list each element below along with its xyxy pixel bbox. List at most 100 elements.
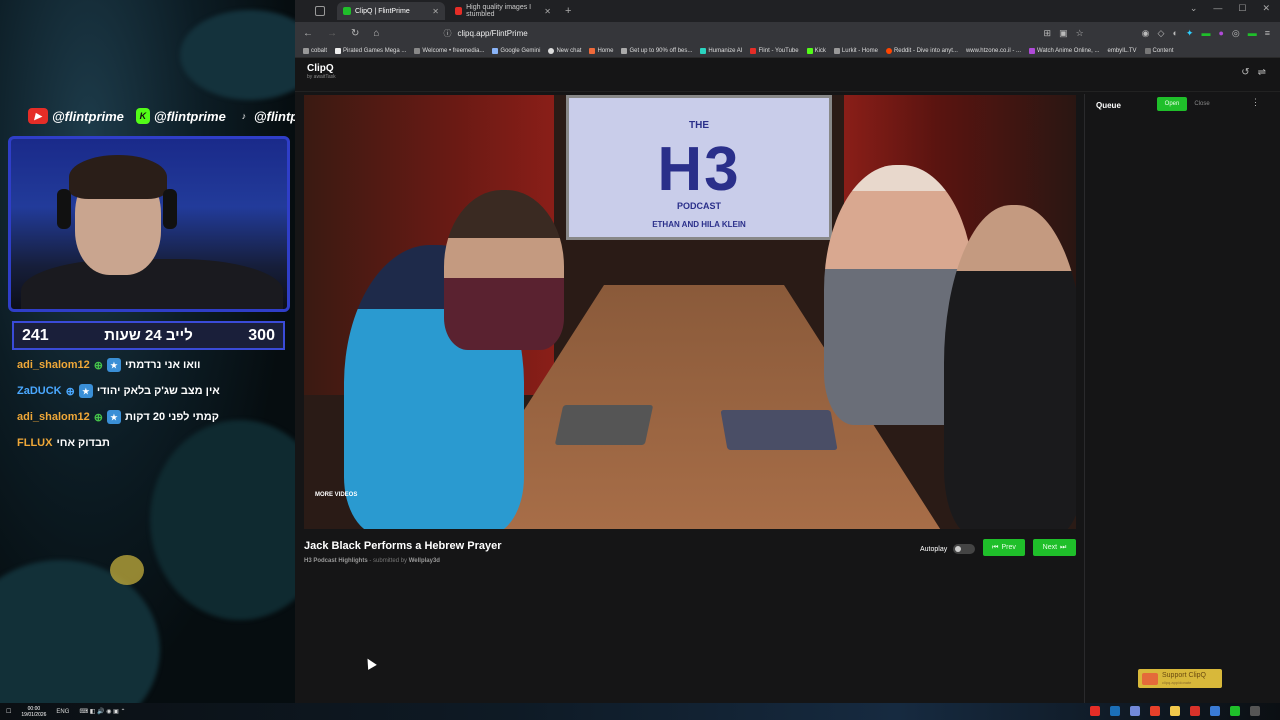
profile-icon[interactable]: ▬ [1248, 28, 1257, 39]
globe-badge-icon: ⊕ [93, 411, 103, 424]
browser-window: ClipQ | FlintPrime ✕ High quality images… [295, 0, 1280, 703]
url-field[interactable]: ⓘ clipq.app/FlintPrime [443, 28, 527, 39]
settings-sliders-icon[interactable]: ⇌ [1258, 67, 1266, 78]
tab-clipq[interactable]: ClipQ | FlintPrime ✕ [337, 2, 445, 20]
chat-username: adi_shalom12 [17, 411, 90, 423]
bookmark-item[interactable]: Get up to 90% off bes... [621, 47, 692, 54]
bookmark-item[interactable]: Google Gemini [492, 47, 540, 54]
language-indicator[interactable]: ENG [56, 709, 69, 715]
chat-message: adi_shalom12 ⊕ ★ קמתי לפני 20 דקות [17, 407, 220, 427]
bookmark-item[interactable]: Home [589, 47, 613, 54]
screen-text-podcast: PODCAST [676, 201, 721, 211]
chat-username: FLLUX [17, 437, 53, 449]
tab-strip: ClipQ | FlintPrime ✕ High quality images… [295, 0, 1280, 22]
tab-reddit[interactable]: High quality images I stumbled ✕ [449, 2, 557, 20]
more-videos-label[interactable]: MORE VIDEOS [315, 492, 357, 498]
h3-logo-screen: THE H3 PODCAST ETHAN AND HILA KLEIN [566, 95, 832, 240]
close-tab-icon[interactable]: ✕ [432, 7, 439, 16]
social-handles: ▶ @flintprime K @flintprime ♪ @flintprim… [28, 108, 295, 124]
queue-open-button[interactable]: Open [1157, 97, 1187, 111]
bookmark-star-icon[interactable]: ☆ [1076, 28, 1084, 39]
globe-badge-icon: ⊕ [93, 359, 103, 372]
steam-icon[interactable] [1110, 706, 1120, 716]
chat-text: אין מצב שג'ק בלאק יהודי [96, 385, 220, 397]
extension-icon[interactable]: ✦ [1186, 28, 1194, 39]
bookmark-item[interactable]: cobalt [303, 47, 327, 54]
reload-icon[interactable]: ↻ [351, 28, 359, 39]
video-player[interactable]: THE H3 PODCAST ETHAN AND HILA KLEIN MORE… [304, 95, 1076, 529]
folder-icon[interactable] [1170, 706, 1180, 716]
tab-list-icon[interactable]: ⌄ [1190, 3, 1198, 14]
tiktok-icon: ♪ [241, 111, 247, 121]
install-app-icon[interactable]: ⊞ [1044, 28, 1052, 39]
prev-button[interactable]: ⏮ Prev [983, 539, 1025, 556]
url-text: clipq.app/FlintPrime [457, 28, 528, 38]
menu-icon[interactable]: ≡ [1265, 28, 1270, 39]
screenshot-icon[interactable]: ▣ [1059, 28, 1068, 39]
discord-icon[interactable] [1130, 706, 1140, 716]
new-tab-icon[interactable]: + [565, 5, 571, 17]
bookmark-item[interactable]: Humanize AI [700, 47, 742, 54]
forward-icon[interactable]: → [327, 28, 337, 39]
extension-icon[interactable]: ● [1218, 28, 1223, 39]
queue-close-button[interactable]: Close [1192, 97, 1212, 111]
extension-icon[interactable]: ◐ [1172, 28, 1177, 39]
extension-icon[interactable]: ◉ [1142, 28, 1150, 39]
video-title: Jack Black Performs a Hebrew Prayer [304, 540, 502, 552]
bookmark-item[interactable]: Watch Anime Online, ... [1029, 47, 1099, 54]
opera-icon[interactable] [1190, 706, 1200, 716]
bookmark-item[interactable]: embyIL.TV [1107, 48, 1136, 54]
chat-text: קמתי לפני 20 דקות [124, 411, 219, 423]
close-tab-icon[interactable]: ✕ [544, 7, 551, 16]
subathon-bar: 241 לייב 24 שעות 300 [12, 321, 285, 350]
video-channel: H3 Podcast Highlights [304, 558, 368, 564]
extension-icon[interactable]: ◎ [1232, 28, 1240, 39]
app-header: ClipQ by awaitTask ↺ ⇌ [295, 58, 1280, 92]
clock-date: 19/01/2026 [21, 711, 47, 718]
bookmark-item[interactable]: Lurkit - Home [833, 47, 878, 54]
history-icon[interactable]: ↺ [1241, 67, 1249, 78]
minimize-icon[interactable]: — [1213, 3, 1222, 14]
fish-decoration [110, 555, 144, 585]
support-clipq-button[interactable]: Support ClipQ clipq.app/donate [1138, 669, 1222, 688]
next-button[interactable]: Next ⏭ [1033, 539, 1076, 556]
system-tray-icons[interactable]: ⌨ ◧ 🔊 ◉ ▣ ⌃ [79, 708, 125, 715]
extension-icon[interactable]: ▬ [1201, 28, 1210, 39]
taskbar-clock[interactable]: 00:00 19/01/2026 [21, 706, 46, 718]
social-tiktok: ♪ @flintprime [238, 108, 295, 124]
chat-message: ZaDUCK ⊕ ★ אין מצב שג'ק בלאק יהודי [17, 381, 220, 401]
counter-right: 300 [248, 326, 275, 344]
taskbar-apps [1090, 706, 1260, 716]
back-icon[interactable]: ← [303, 28, 313, 39]
bookmark-item[interactable]: New chat [548, 47, 581, 54]
bookmark-item[interactable]: www.htzone.co.il - ... [966, 48, 1021, 54]
more-options-icon[interactable]: ⋮ [1251, 97, 1260, 108]
bookmark-item[interactable]: Reddit - Dive into anyt... [885, 47, 958, 54]
autoplay-toggle[interactable] [953, 544, 976, 554]
site-info-icon[interactable]: ⓘ [443, 29, 451, 38]
app-icon[interactable] [1090, 706, 1100, 716]
app-icon[interactable] [1210, 706, 1220, 716]
headphones-icon [163, 189, 177, 229]
extension-icon[interactable]: ◇ [1158, 28, 1165, 39]
app-icon[interactable] [1250, 706, 1260, 716]
chat-message: adi_shalom12 ⊕ ★ וואו אני נרדמתי [17, 355, 220, 375]
close-window-icon[interactable]: ✕ [1262, 3, 1270, 14]
notification-icon[interactable]: ☐ [6, 708, 11, 715]
social-kick: K @flintprime [135, 108, 226, 124]
host-black-shirt [944, 205, 1076, 529]
bookmark-item[interactable]: Welcome • freemedia... [414, 47, 484, 54]
chat-overlay: adi_shalom12 ⊕ ★ וואו אני נרדמתי ZaDUCK … [17, 355, 220, 453]
tab-actions-icon[interactable] [315, 6, 325, 16]
address-bar: ← → ↻ ⌂ ⓘ clipq.app/FlintPrime ⊞ ▣ ☆ ◉ ◇ … [295, 22, 1280, 44]
bookmark-item[interactable]: Kick [806, 47, 826, 54]
bookmark-item[interactable]: Content [1144, 47, 1174, 54]
app-icon[interactable] [1150, 706, 1160, 716]
app-icon[interactable] [1230, 706, 1240, 716]
video-submitter: Wellplay3d [408, 558, 440, 564]
bookmark-item[interactable]: Pirated Games Mega ... [335, 47, 406, 54]
maximize-icon[interactable]: ☐ [1238, 3, 1246, 14]
bookmark-item[interactable]: Flint - YouTube [750, 47, 799, 54]
home-icon[interactable]: ⌂ [373, 28, 379, 39]
screen-text-the: THE [689, 120, 709, 131]
